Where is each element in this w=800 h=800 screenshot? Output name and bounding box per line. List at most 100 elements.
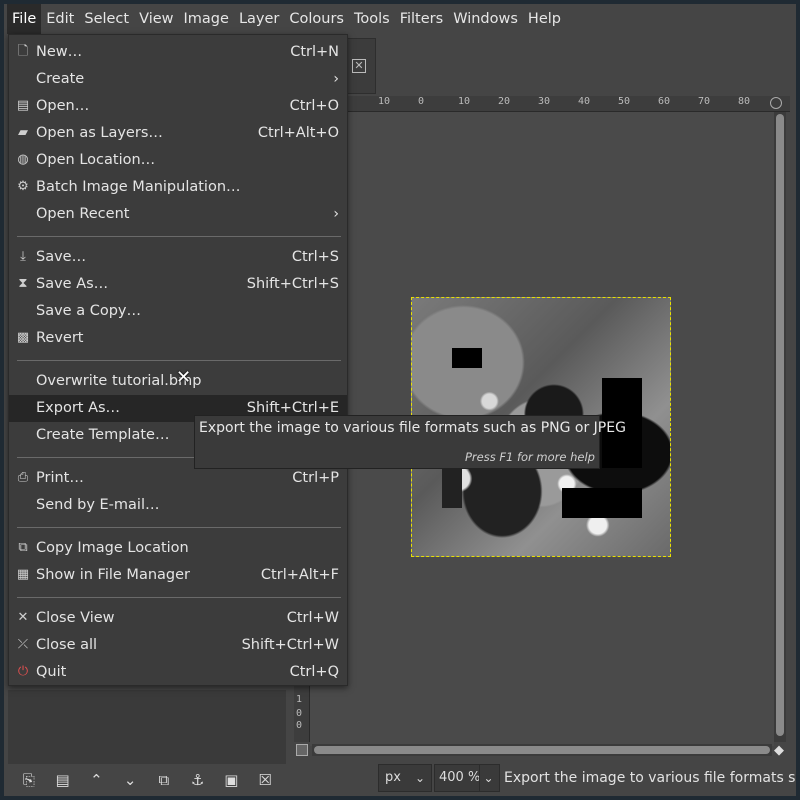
menu-item-shortcut: Ctrl+P <box>292 470 339 486</box>
copy-icon: ⧉ <box>18 540 28 555</box>
quick-mask-icon[interactable] <box>296 744 308 756</box>
menu-item-close-view[interactable]: ✕ Close View Ctrl+W <box>9 605 347 632</box>
ruler-tick: 20 <box>498 96 511 107</box>
menu-layer[interactable]: Layer <box>234 4 284 34</box>
menu-item-label: Open… <box>36 98 90 114</box>
menu-item-show-file-manager[interactable]: ▦ Show in File Manager Ctrl+Alt+F <box>9 562 347 589</box>
menu-item-label: Quit <box>36 664 67 680</box>
menu-item-label: Open Recent <box>36 206 130 222</box>
menu-image[interactable]: Image <box>179 4 234 34</box>
menu-item-open-recent[interactable]: Open Recent › <box>9 201 347 228</box>
tooltip: Export the image to various file formats… <box>194 415 626 469</box>
menu-item-open-as-layers[interactable]: ▰ Open as Layers… Ctrl+Alt+O <box>9 120 347 147</box>
zoom-select[interactable]: 400 % ⌄ <box>434 764 500 792</box>
duplicate-layer-icon[interactable]: ⧉ <box>153 769 175 791</box>
menu-select[interactable]: Select <box>79 4 134 34</box>
tooltip-text: Export the image to various file formats… <box>199 420 626 436</box>
submenu-arrow-icon: › <box>333 206 339 222</box>
menu-windows[interactable]: Windows <box>448 4 523 34</box>
vertical-scrollbar[interactable] <box>774 112 786 742</box>
menu-item-open[interactable]: ▤ Open… Ctrl+O <box>9 93 347 120</box>
ruler-tick: 0 <box>296 720 303 731</box>
scrollbar-thumb[interactable] <box>314 746 770 754</box>
unit-select[interactable]: px ⌄ <box>378 764 432 792</box>
menu-item-shortcut: Shift+Ctrl+W <box>241 637 339 653</box>
save-as-icon: ⧗ <box>18 276 28 291</box>
ruler-tick: 60 <box>658 96 671 107</box>
menu-item-copy-location[interactable]: ⧉ Copy Image Location <box>9 535 347 562</box>
scrollbar-thumb[interactable] <box>776 114 784 736</box>
menu-item-shortcut: Ctrl+Alt+F <box>260 567 339 583</box>
menu-separator <box>17 236 341 237</box>
menu-colours[interactable]: Colours <box>284 4 349 34</box>
file-manager-icon: ▦ <box>16 567 30 582</box>
menu-item-batch[interactable]: ⚙ Batch Image Manipulation… <box>9 174 347 201</box>
zoom-value: 400 % <box>439 770 481 785</box>
menu-help[interactable]: Help <box>523 4 566 34</box>
horizontal-scrollbar[interactable] <box>312 744 772 756</box>
anchor-icon[interactable]: ⚓ <box>187 769 209 791</box>
new-image-icon: 🗋 <box>17 44 29 59</box>
menu-view[interactable]: View <box>134 4 178 34</box>
ruler-tick: 10 <box>458 96 471 107</box>
menu-item-save-as[interactable]: ⧗ Save As… Shift+Ctrl+S <box>9 271 347 298</box>
image-tab[interactable]: ✕ <box>344 38 376 94</box>
menu-item-shortcut: Ctrl+W <box>286 610 339 626</box>
menu-item-close-all[interactable]: ⤫ Close all Shift+Ctrl+W <box>9 632 347 659</box>
menu-item-label: Save a Copy… <box>36 303 141 319</box>
menu-item-open-location[interactable]: ◍ Open Location… <box>9 147 347 174</box>
ruler-tick: 10 <box>378 96 391 107</box>
revert-icon: ▩ <box>16 330 30 345</box>
raise-layer-icon[interactable]: ⌃ <box>85 769 107 791</box>
menu-item-shortcut: Shift+Ctrl+S <box>246 276 339 292</box>
menu-item-create[interactable]: Create › <box>9 66 347 93</box>
chevron-down-icon[interactable]: ⌄ <box>479 765 497 791</box>
close-tab-icon[interactable]: ✕ <box>352 59 366 73</box>
menu-item-save-copy[interactable]: Save a Copy… <box>9 298 347 325</box>
menu-item-label: Copy Image Location <box>36 540 189 556</box>
navigate-icon[interactable]: ◆ <box>774 743 788 758</box>
menu-item-quit[interactable]: ⏻ Quit Ctrl+Q <box>9 659 347 686</box>
layers-toolbar: ⎘ ▤ ⌃ ⌄ ⧉ ⚓ ▣ ☒ <box>4 764 290 796</box>
menu-item-label: Batch Image Manipulation… <box>36 179 241 195</box>
menu-separator <box>17 360 341 361</box>
menu-item-revert[interactable]: ▩ Revert <box>9 325 347 352</box>
new-layer-icon[interactable]: ⎘ <box>18 769 40 791</box>
ruler-tick: 50 <box>618 96 631 107</box>
image-pixel-block <box>562 488 642 518</box>
menu-item-save[interactable]: ⤓ Save… Ctrl+S <box>9 244 347 271</box>
unit-value: px <box>385 770 401 785</box>
menu-item-label: New… <box>36 44 83 60</box>
menu-item-send-email[interactable]: Send by E-mail… <box>9 492 347 519</box>
new-layer-group-icon[interactable]: ▤ <box>52 769 74 791</box>
menu-item-label: Save As… <box>36 276 109 292</box>
menu-file[interactable]: File <box>7 4 42 34</box>
mask-icon[interactable]: ▣ <box>220 769 242 791</box>
submenu-arrow-icon: › <box>333 71 339 87</box>
gimp-window: File Edit Select View Image Layer Colour… <box>4 4 796 796</box>
globe-icon: ◍ <box>17 152 29 167</box>
ruler-tick: 40 <box>578 96 591 107</box>
close-all-icon: ⤫ <box>17 637 29 652</box>
ruler-corner-icon[interactable] <box>770 97 782 109</box>
menu-item-label: Show in File Manager <box>36 567 190 583</box>
lower-layer-icon[interactable]: ⌄ <box>119 769 141 791</box>
menu-item-label: Send by E-mail… <box>36 497 160 513</box>
ruler-tick: 70 <box>698 96 711 107</box>
menu-tools[interactable]: Tools <box>349 4 395 34</box>
menu-edit[interactable]: Edit <box>41 4 79 34</box>
menu-item-print[interactable]: ⎙ Print… Ctrl+P <box>9 465 347 492</box>
menubar: File Edit Select View Image Layer Colour… <box>4 4 796 34</box>
close-icon: ✕ <box>17 610 29 625</box>
ruler-tick: 1 <box>296 694 303 705</box>
menu-separator <box>17 597 341 598</box>
menu-item-shortcut: Ctrl+Alt+O <box>257 125 339 141</box>
menu-item-shortcut: Ctrl+S <box>291 249 339 265</box>
save-icon: ⤓ <box>20 249 26 264</box>
horizontal-ruler: 10 0 10 20 30 40 50 60 70 80 <box>294 96 790 112</box>
chevron-down-icon: ⌄ <box>414 771 425 785</box>
delete-layer-icon[interactable]: ☒ <box>254 769 276 791</box>
menu-filters[interactable]: Filters <box>395 4 448 34</box>
ruler-tick: 80 <box>738 96 751 107</box>
menu-item-new[interactable]: 🗋 New… Ctrl+N <box>9 39 347 66</box>
